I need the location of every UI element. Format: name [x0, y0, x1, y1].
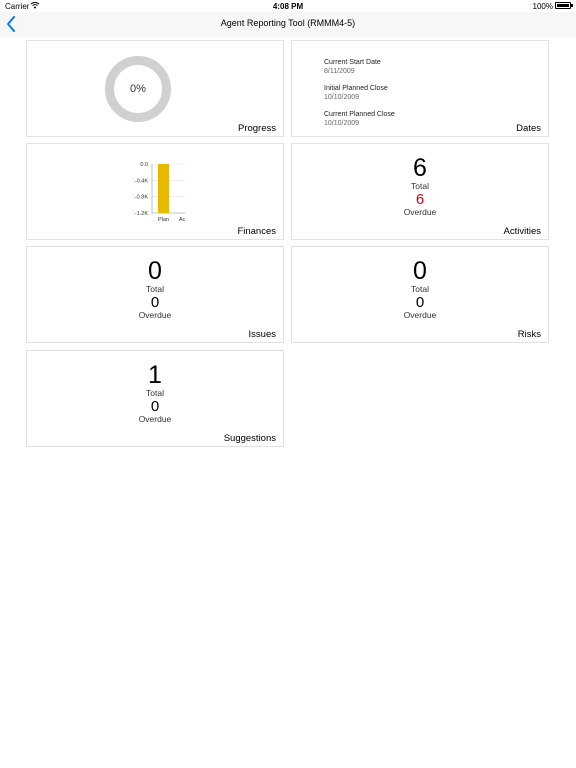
progress-percent: 0% [130, 83, 146, 95]
suggestions-overdue: 0 [150, 398, 160, 415]
progress-label: Progress [237, 123, 276, 134]
activities-tile[interactable]: 6 Total 6 Overdue Activities [291, 143, 549, 240]
chart-y-tick-label: 0.0 [140, 162, 148, 168]
risks-total: 0 [413, 257, 427, 285]
date-value: 8/11/2009 [324, 68, 355, 75]
date-name: Initial Planned Close [324, 85, 388, 92]
suggestions-total-label: Total [146, 388, 164, 398]
risks-overdue: 0 [415, 294, 425, 311]
progress-ring: 0% [105, 56, 171, 122]
chart-x-tick-label: Plan [158, 217, 169, 223]
activities-overdue-label: Overdue [403, 207, 437, 217]
chart-x-tick-label: Actual [179, 217, 185, 223]
issues-overdue-label: Overdue [138, 310, 172, 320]
status-bar: Carrier 4:08 PM 100% [0, 0, 576, 12]
progress-tile[interactable]: 0% Progress [26, 40, 284, 137]
issues-total-label: Total [146, 284, 164, 294]
risks-overdue-label: Overdue [403, 310, 437, 320]
activities-overdue: 6 [415, 191, 425, 208]
finances-chart: 0.0 -0.4K -0.8K -1.2K Plan Actual [135, 162, 185, 223]
date-item-initial-close: Initial Planned Close 10/10/2009 [324, 84, 395, 102]
suggestions-overdue-label: Overdue [138, 414, 172, 424]
finances-tile[interactable]: 0.0 -0.4K -0.8K -1.2K Plan Actual Finances [26, 143, 284, 240]
risks-label: Risks [517, 329, 541, 340]
navigation-bar: Agent Reporting Tool (RMMM4-5) [0, 12, 576, 37]
finances-label: Finances [237, 226, 276, 237]
dates-list: Current Start Date 8/11/2009 Initial Pla… [324, 58, 395, 136]
battery-percent: 100% [532, 2, 553, 11]
date-value: 10/10/2009 [324, 120, 360, 127]
activities-label: Activities [503, 226, 541, 237]
chart-y-tick-label: -0.8K [135, 195, 148, 201]
date-item-current-close: Current Planned Close 10/10/2009 [324, 110, 395, 128]
activities-counts: 6 Total 6 Overdue [292, 154, 548, 218]
status-time: 4:08 PM [272, 2, 304, 11]
battery-icon [555, 2, 573, 9]
chart-bar-plan [158, 164, 169, 213]
risks-tile[interactable]: 0 Total 0 Overdue Risks [291, 246, 549, 343]
issues-total: 0 [148, 257, 162, 285]
dates-tile[interactable]: Current Start Date 8/11/2009 Initial Pla… [291, 40, 549, 137]
page-title: Agent Reporting Tool (RMMM4-5) [220, 18, 356, 28]
activities-total-label: Total [411, 181, 429, 191]
risks-counts: 0 Total 0 Overdue [292, 257, 548, 321]
date-item-current-start: Current Start Date 8/11/2009 [324, 58, 395, 76]
risks-total-label: Total [411, 284, 429, 294]
chart-y-tick-label: -1.2K [135, 211, 148, 217]
suggestions-label: Suggestions [223, 433, 276, 444]
activities-total: 6 [413, 154, 427, 182]
date-name: Current Planned Close [324, 111, 395, 118]
issues-counts: 0 Total 0 Overdue [27, 257, 283, 321]
issues-overdue: 0 [150, 294, 160, 311]
date-value: 10/10/2009 [324, 94, 360, 101]
suggestions-counts: 1 Total 0 Overdue [27, 361, 283, 425]
suggestions-tile[interactable]: 1 Total 0 Overdue Suggestions [26, 350, 284, 447]
dates-label: Dates [516, 123, 541, 134]
chart-y-tick-label: -0.4K [135, 178, 148, 184]
date-name: Current Start Date [324, 59, 381, 66]
issues-label: Issues [248, 329, 276, 340]
issues-tile[interactable]: 0 Total 0 Overdue Issues [26, 246, 284, 343]
suggestions-total: 1 [148, 361, 162, 389]
